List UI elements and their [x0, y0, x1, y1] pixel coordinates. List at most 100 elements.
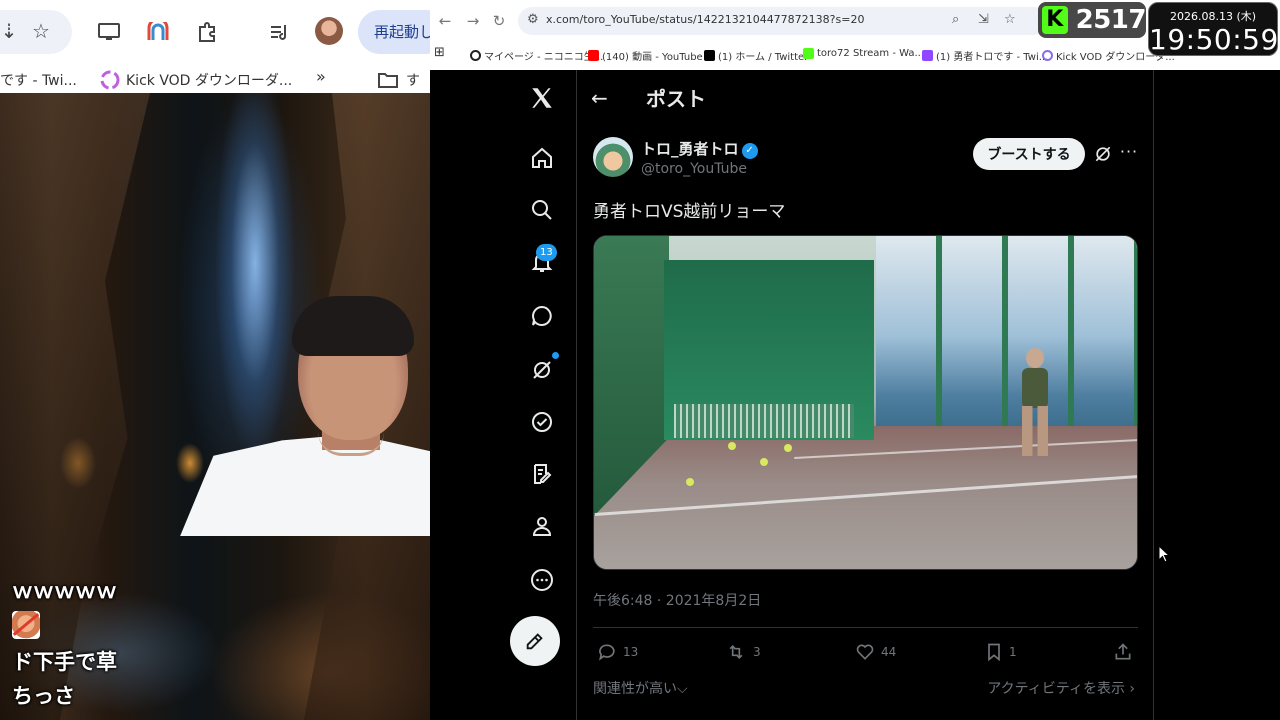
player-body — [1022, 368, 1048, 408]
profile-icon[interactable] — [518, 502, 566, 550]
post-timestamp[interactable]: 午後6:48 · 2021年8月2日 — [593, 590, 761, 610]
post-column: ← ポスト トロ_勇者トロ ✓ @toro_YouTube ブーストする ··· … — [576, 70, 1154, 720]
more-options-icon[interactable] — [518, 556, 566, 604]
view-activity-link[interactable]: アクティビティを表示 › — [987, 678, 1135, 698]
mouse-cursor-icon — [1158, 545, 1170, 563]
bookmark-label: マイページ - ニコニコ生... — [484, 52, 604, 63]
left-address-bar-end[interactable]: ⇣ ☆ — [0, 10, 72, 54]
chat-message: ｗｗｗｗｗ — [12, 579, 117, 603]
divider — [593, 627, 1138, 628]
heart-icon — [856, 644, 874, 660]
install-app-icon[interactable]: ⇲ — [978, 12, 989, 27]
reply-button[interactable]: 13 — [597, 642, 638, 662]
grok-explain-icon[interactable] — [1093, 144, 1113, 164]
home-icon[interactable] — [518, 134, 566, 182]
url-bar[interactable]: ⚙ x.com/toro_YouTube/status/142213210447… — [518, 7, 1048, 35]
bookmark-item[interactable]: です - Twi... — [0, 70, 77, 90]
author-handle[interactable]: @toro_YouTube — [641, 161, 747, 177]
bookmark-item[interactable]: toro72 Stream - Wa... — [803, 48, 924, 59]
x-logo-icon[interactable] — [518, 74, 566, 122]
profile-avatar[interactable] — [315, 17, 343, 45]
page-title: ポスト — [646, 87, 706, 111]
clock-date: 2026.08.13 (木) — [1169, 10, 1257, 23]
bookmark-item[interactable]: Kick VOD ダウンローダ... — [100, 70, 292, 90]
tennis-ball — [784, 444, 792, 452]
kick-icon — [803, 48, 814, 59]
reply-count: 13 — [623, 645, 639, 659]
bookmark-label: (140) 動画 - YouTube — [602, 52, 703, 63]
compose-pen-icon — [526, 633, 543, 650]
bookmark-folder[interactable]: す — [378, 70, 420, 90]
chat-user-avatar-icon — [12, 611, 40, 639]
court-fence-right — [876, 236, 1137, 436]
bookmark-icon — [988, 643, 1000, 662]
post-actions: 13 3 44 1 — [577, 642, 1153, 666]
niconico-icon — [470, 50, 481, 61]
reload-icon[interactable]: ↻ — [488, 10, 510, 32]
like-button[interactable]: 44 — [855, 642, 896, 662]
notification-badge: 13 — [536, 244, 557, 261]
tennis-ball — [728, 442, 736, 450]
person-hair — [292, 296, 414, 356]
left-browser-chrome: ⇣ ☆ 再起動し です - Twi... Kick VOD ダウンローダ... — [0, 0, 448, 93]
bookmark-item[interactable]: マイページ - ニコニコ生... — [470, 48, 603, 63]
extension-color-icon[interactable] — [143, 17, 173, 47]
grok-icon[interactable] — [518, 346, 566, 394]
articles-icon[interactable] — [518, 450, 566, 498]
verified-badge-icon: ✓ — [741, 143, 758, 159]
compose-post-button[interactable] — [510, 616, 560, 666]
chat-message: ちっさ — [12, 684, 75, 708]
back-arrow-icon[interactable]: ← — [591, 86, 608, 110]
bookmark-label: toro72 Stream - Wa... — [817, 48, 925, 59]
download-icon[interactable]: ⇣ — [0, 16, 24, 46]
repost-icon — [729, 644, 743, 660]
clock-widget: 2026.08.13 (木) 19:50:59 — [1148, 2, 1278, 56]
x-app: 13 ← ポスト トロ_勇者トロ ✓ @toro_YouTube ブーストする … — [430, 70, 1280, 720]
tennis-ball — [686, 478, 694, 486]
bookmark-count: 1 — [1009, 645, 1017, 659]
bookmarks-overflow-chevron-icon[interactable]: » — [316, 67, 326, 86]
repost-count: 3 — [753, 645, 761, 659]
author-name-row[interactable]: トロ_勇者トロ ✓ — [641, 138, 758, 159]
author-name: トロ_勇者トロ — [641, 140, 739, 158]
forward-nav-icon[interactable]: → — [462, 10, 484, 32]
sort-relevance-dropdown[interactable]: 関連性が高い⌵ — [593, 678, 688, 698]
post-text: 勇者トロVS越前リョーマ — [593, 202, 786, 222]
apps-grid-icon[interactable]: ⊞ — [434, 45, 445, 60]
chat-avatar-row — [12, 611, 212, 645]
court-net — [674, 404, 854, 438]
clock-time: 19:50:59 — [1149, 23, 1279, 56]
cast-icon[interactable] — [94, 17, 124, 47]
messages-icon[interactable] — [518, 292, 566, 340]
player-figure — [1014, 348, 1056, 458]
left-toolbar: ⇣ ☆ 再起動し — [0, 0, 448, 64]
x-logo-icon — [704, 50, 715, 61]
star-icon[interactable]: ☆ — [26, 16, 56, 46]
zoom-icon[interactable]: ⌕ — [952, 12, 959, 27]
new-indicator-dot — [552, 352, 559, 359]
repost-button[interactable]: 3 — [725, 642, 761, 662]
back-nav-icon[interactable]: ← — [434, 10, 456, 32]
bookmark-item[interactable]: (1) ホーム / Twitter — [704, 48, 808, 63]
author-avatar[interactable] — [593, 137, 633, 177]
reply-icon — [599, 644, 615, 661]
share-icon — [1115, 643, 1131, 660]
bookmark-button[interactable]: 1 — [985, 642, 1017, 662]
bookmark-label: (1) ホーム / Twitter — [718, 52, 809, 63]
site-info-icon[interactable]: ⚙ — [527, 12, 539, 27]
verified-icon[interactable] — [518, 398, 566, 446]
puzzle-extensions-icon[interactable] — [192, 17, 222, 47]
screen: ⇣ ☆ 再起動し です - Twi... Kick VOD ダウンローダ... — [0, 0, 1280, 720]
post-video[interactable] — [593, 235, 1138, 570]
viewer-count: 2517 — [1075, 5, 1147, 35]
bookmark-item[interactable]: (1) 勇者トロです - Twi... — [922, 48, 1048, 63]
bookmark-label: Kick VOD ダウンローダ... — [126, 73, 293, 89]
share-button[interactable] — [1113, 642, 1133, 662]
media-queue-icon[interactable] — [265, 17, 295, 47]
search-icon[interactable] — [518, 186, 566, 234]
twitch-icon — [922, 50, 933, 61]
post-more-icon[interactable]: ··· — [1119, 142, 1139, 162]
bookmark-item[interactable]: (140) 動画 - YouTube — [588, 48, 703, 63]
boost-button[interactable]: ブーストする — [973, 138, 1085, 170]
bookmark-star-icon[interactable]: ☆ — [1004, 12, 1016, 27]
